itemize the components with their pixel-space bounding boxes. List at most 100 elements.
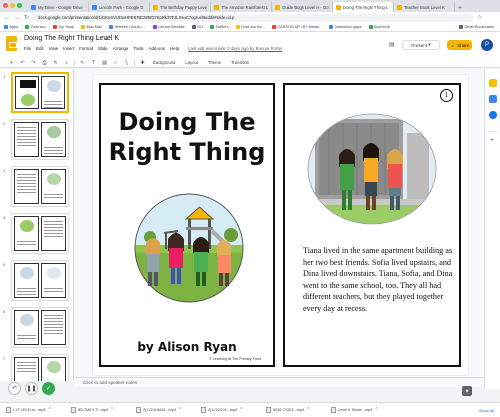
comment-icon[interactable]: ✚: [139, 60, 146, 66]
slide-thumbnail-row[interactable]: 2: [0, 119, 73, 163]
slide-thumbnail[interactable]: [11, 119, 69, 160]
redo-icon[interactable]: ↷: [30, 60, 37, 66]
browser-tab[interactable]: My Drive - Google Drive: [28, 2, 89, 12]
chevron-up-icon[interactable]: ⌃: [306, 407, 310, 413]
reload-icon[interactable]: ↻: [24, 14, 29, 21]
slide-thumbnail-row[interactable]: 4: [0, 213, 73, 257]
cover-page[interactable]: Doing The Right Thing by Alison Ryan © L…: [99, 83, 275, 367]
menu-slide[interactable]: Slide: [98, 46, 108, 51]
chevron-up-icon[interactable]: ⌃: [47, 407, 51, 413]
other-bookmarks[interactable]: Other Bookmarks: [458, 25, 500, 29]
download-item[interactable]: I.1T 1ECD.m...mp4 ⌃: [6, 407, 64, 413]
bookmark-item[interactable]: Gold acc kiv...: [235, 25, 265, 29]
browser-tab[interactable]: Guide Bugs Level H - Go: [272, 2, 333, 12]
show-all-downloads-link[interactable]: Show all: [479, 408, 500, 413]
keep-icon[interactable]: [489, 79, 497, 87]
slide-thumbnail-row[interactable]: 1: [0, 72, 73, 116]
browser-tab-active[interactable]: Doing The Right Thing L: [333, 2, 394, 12]
window-controls[interactable]: [3, 3, 22, 8]
close-window-icon[interactable]: [3, 3, 8, 8]
new-slide-icon[interactable]: +: [8, 60, 15, 66]
chevron-up-icon[interactable]: ⌃: [110, 407, 114, 413]
tasks-icon[interactable]: [489, 95, 497, 103]
print-icon[interactable]: ⎙: [41, 60, 48, 66]
url-input[interactable]: docs.google.com/presentation/d/1lGKoSVc9…: [33, 13, 474, 22]
download-item[interactable]: 8045 CSID1...mp4 ⌃: [266, 407, 324, 413]
menu-format[interactable]: Format: [79, 46, 93, 51]
theme-button[interactable]: Theme: [205, 60, 224, 65]
minimize-window-icon[interactable]: [10, 3, 15, 8]
zoom-icon[interactable]: ⌕: [63, 60, 70, 66]
slides-logo-icon[interactable]: [6, 36, 17, 51]
bookmark-item[interactable]: CARSON UP ! B+ Aleido...: [271, 25, 322, 29]
slide-thumbnail-row[interactable]: 7: [0, 354, 73, 381]
slide-thumbnail[interactable]: [11, 213, 69, 254]
bookmark-item[interactable]: Top Shop: [52, 25, 74, 29]
finish-recording-icon[interactable]: ✓: [42, 382, 55, 395]
menu-insert[interactable]: Insert: [63, 46, 74, 51]
download-item[interactable]: 2(1J10L9A9J...mp4 ⌃: [136, 407, 194, 413]
menu-addons[interactable]: Add-ons: [149, 46, 165, 51]
bookmark-item[interactable]: OG: [191, 25, 203, 29]
menu-edit[interactable]: Edit: [36, 46, 44, 51]
pause-icon[interactable]: ❚❚: [25, 382, 38, 395]
background-button[interactable]: Background: [150, 60, 178, 65]
add-on-plus-icon[interactable]: +: [490, 137, 494, 144]
playground-illustration[interactable]: [126, 193, 252, 303]
cover-title[interactable]: Doing The Right Thing: [101, 107, 273, 167]
avatar[interactable]: P: [481, 39, 493, 51]
shape-icon[interactable]: ○: [112, 60, 119, 66]
slide-thumbnail-row[interactable]: 3: [0, 166, 73, 210]
bookmark-item[interactable]: Hbtrees / Adult L...: [109, 25, 146, 29]
transition-button[interactable]: Transition: [228, 60, 252, 65]
slide-thumbnail-row[interactable]: 5: [0, 260, 73, 304]
undo-recording-icon[interactable]: ↶: [8, 382, 21, 395]
text-box-icon[interactable]: T: [90, 60, 97, 66]
slide-thumbnail[interactable]: [11, 260, 69, 301]
bookmark-item[interactable]: Gold acc: [25, 25, 46, 29]
slide-thumbnail-row[interactable]: 6: [0, 307, 73, 351]
browser-tab[interactable]: Teacher Book Level K: [394, 2, 455, 12]
current-slide[interactable]: Doing The Right Thing by Alison Ryan © L…: [93, 75, 468, 375]
three-friends-illustration[interactable]: [307, 113, 437, 225]
browser-tab[interactable]: Lincoln Park - Google D: [89, 2, 150, 12]
slide-thumbnail[interactable]: [11, 354, 69, 381]
image-icon[interactable]: ▨: [101, 60, 108, 66]
layout-button[interactable]: Layout: [182, 60, 201, 65]
chevron-up-icon[interactable]: ⌃: [374, 407, 378, 413]
line-icon[interactable]: ╲: [123, 60, 130, 66]
story-page[interactable]: 1 Tiana lived in the same apartment buil…: [283, 83, 461, 367]
forward-icon[interactable]: →: [14, 15, 20, 21]
contacts-icon[interactable]: [489, 111, 497, 119]
back-icon[interactable]: ←: [4, 15, 10, 21]
undo-icon[interactable]: ↶: [19, 60, 26, 66]
last-edit-link[interactable]: Last edit was made 3 days ago by Bonnie …: [188, 46, 282, 51]
menu-file[interactable]: File: [24, 46, 31, 51]
bookmark-item[interactable]: Apps: [4, 25, 18, 29]
star-icon[interactable]: ☆: [477, 14, 482, 21]
browser-tab[interactable]: The Birthday Puppy Leve: [150, 2, 211, 12]
download-item[interactable]: 2(1J19C01...mp4 ⌃: [201, 407, 259, 413]
story-text[interactable]: Tiana lived in the same apartment buildi…: [303, 245, 453, 315]
speaker-notes[interactable]: Click to add speaker notes: [75, 377, 484, 387]
chevron-up-icon[interactable]: ⌃: [178, 407, 182, 413]
slide-thumbnail[interactable]: [11, 307, 69, 348]
select-icon[interactable]: ↖: [79, 60, 86, 66]
paint-format-icon[interactable]: ✎: [52, 60, 59, 66]
bookmark-item[interactable]: Instruction gaps: [329, 25, 362, 29]
menu-view[interactable]: View: [49, 46, 58, 51]
bookmark-item[interactable]: Library Website: [152, 25, 185, 29]
menu-help[interactable]: Help: [170, 46, 179, 51]
download-item[interactable]: Level K Smde...mp4 ⌃: [331, 407, 389, 413]
comments-icon[interactable]: ▤: [389, 41, 395, 48]
cover-author[interactable]: by Alison Ryan: [101, 340, 273, 354]
slide-canvas[interactable]: Doing The Right Thing by Alison Ryan © L…: [75, 69, 484, 377]
bookmark-item[interactable]: Bold Unit: [368, 25, 390, 29]
bookmark-item[interactable]: Tabfor's: [210, 25, 229, 29]
chevron-up-icon[interactable]: ⌃: [239, 407, 243, 413]
maximize-window-icon[interactable]: [17, 3, 22, 8]
new-tab-icon[interactable]: +: [458, 5, 462, 12]
menu-tools[interactable]: Tools: [133, 46, 143, 51]
download-item[interactable]: 8D 7M9 II.T...mp4 ⌃: [71, 407, 129, 413]
share-button[interactable]: 🔒 Share: [447, 40, 472, 50]
